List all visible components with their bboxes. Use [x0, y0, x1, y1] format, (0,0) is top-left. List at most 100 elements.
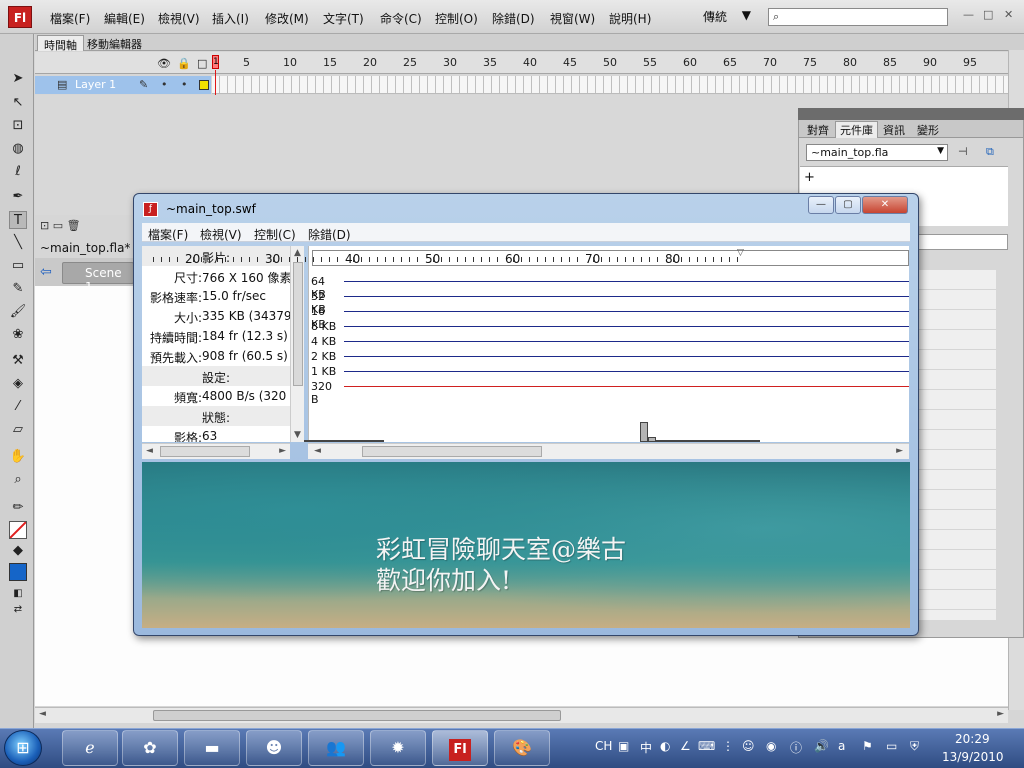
swf-minimize-button[interactable]: —	[808, 196, 834, 214]
pencil-tool-icon[interactable]: ✎	[9, 280, 27, 298]
ime-pen-icon[interactable]: ∠	[680, 739, 691, 753]
minimize-icon[interactable]: —	[963, 8, 974, 21]
flash-taskbar-icon[interactable]: Fl	[432, 730, 488, 766]
tab-motion-editor[interactable]: 移動編輯器	[81, 35, 148, 51]
scroll-right-icon[interactable]: ►	[997, 709, 1004, 719]
clock-time[interactable]: 20:29	[955, 732, 990, 746]
pin-library-icon[interactable]: ⊣	[958, 145, 968, 158]
scroll-left-icon[interactable]: ◄	[39, 709, 46, 719]
security-shield-icon[interactable]: ⛨	[910, 739, 919, 754]
action-center-icon[interactable]: ⚑	[862, 739, 873, 753]
menu-commands[interactable]: 命令(C)	[380, 10, 422, 27]
network-tray-icon[interactable]: ◉	[766, 739, 776, 753]
lock-dot-icon[interactable]: •	[181, 78, 188, 91]
workspace-dropdown[interactable]: 傳統 ▼	[703, 8, 755, 26]
menu-insert[interactable]: 插入(I)	[212, 10, 249, 27]
media-center-icon[interactable]: ✿	[122, 730, 178, 766]
internet-explorer-icon[interactable]: ℯ	[62, 730, 118, 766]
ime-menu-icon[interactable]: ⌨	[698, 739, 715, 753]
outline-icon[interactable]: □	[197, 57, 207, 70]
scroll-thumb[interactable]	[362, 446, 542, 457]
rectangle-tool-icon[interactable]: ▭	[9, 257, 27, 275]
paint-icon[interactable]: 🎨	[494, 730, 550, 766]
info-tray-icon[interactable]: ⓘ	[790, 739, 802, 756]
bone-tool-icon[interactable]: ⚒	[9, 352, 27, 370]
library-document-select[interactable]: ~main_top.fla ▼	[806, 144, 948, 161]
lasso-tool-icon[interactable]: ℓ	[9, 163, 27, 181]
fill-color-icon[interactable]: ◆	[9, 542, 27, 560]
stroke-color-icon[interactable]: ✏	[9, 499, 27, 517]
ime-options-icon[interactable]: ⋮	[722, 739, 734, 753]
tab-library[interactable]: 元件庫	[835, 121, 878, 138]
stroke-swatch[interactable]	[9, 521, 27, 539]
start-button[interactable]: ⊞	[4, 730, 42, 766]
frame-ruler[interactable]: 20304050607080▽	[153, 248, 909, 266]
visibility-dot-icon[interactable]: •	[161, 78, 168, 91]
swf-close-button[interactable]: ✕	[862, 196, 908, 214]
contacts-icon[interactable]: 👥	[308, 730, 364, 766]
info-vertical-scrollbar[interactable]: ▲ ▼	[290, 246, 304, 442]
scroll-left-icon[interactable]: ◄	[146, 446, 153, 456]
volume-icon[interactable]: 🔊	[814, 739, 829, 753]
playhead[interactable]: 1	[212, 55, 219, 69]
menu-window[interactable]: 視窗(W)	[550, 10, 595, 27]
messenger-icon[interactable]: ☻	[246, 730, 302, 766]
scroll-right-icon[interactable]: ►	[279, 446, 286, 456]
layer-row[interactable]: ▤ Layer 1 ✎ • •	[35, 76, 211, 94]
new-library-panel-icon[interactable]: ⧉	[986, 145, 994, 159]
swf-menu-file[interactable]: 檔案(F)	[148, 226, 188, 243]
text-tool-icon[interactable]: T	[9, 211, 27, 229]
subselection-tool-icon[interactable]: ↖	[9, 94, 27, 112]
messenger-tray-icon[interactable]: ☺	[742, 739, 755, 753]
file-explorer-icon[interactable]: ▬	[184, 730, 240, 766]
back-arrow-icon[interactable]: ⇦	[40, 264, 52, 280]
paint-bucket-tool-icon[interactable]: ◈	[9, 375, 27, 393]
clock-date[interactable]: 13/9/2010	[942, 750, 1004, 764]
hand-tool-icon[interactable]: ✋	[9, 448, 27, 466]
tab-align[interactable]: 對齊	[803, 122, 833, 138]
tab-info[interactable]: 資訊	[879, 122, 909, 138]
scene-button[interactable]: Scene 1	[62, 262, 134, 294]
menu-view[interactable]: 檢視(V)	[158, 10, 200, 27]
line-tool-icon[interactable]: ╲	[9, 234, 27, 252]
swf-menu-control[interactable]: 控制(C)	[254, 226, 296, 243]
settings-gear-icon[interactable]: ✹	[370, 730, 426, 766]
document-tab[interactable]: ~main_top.fla*	[40, 241, 130, 255]
library-item-list[interactable]	[916, 270, 996, 620]
free-transform-tool-icon[interactable]: ⊡	[9, 117, 27, 135]
scroll-thumb[interactable]	[160, 446, 250, 457]
zoom-tool-icon[interactable]: ⌕	[9, 471, 27, 489]
new-folder-icon[interactable]: ▭	[53, 219, 63, 232]
scroll-thumb[interactable]	[153, 710, 561, 721]
brush-tool-icon[interactable]: 🖌	[9, 303, 27, 321]
menu-help[interactable]: 說明(H)	[609, 10, 651, 27]
outline-color-swatch[interactable]	[199, 80, 209, 90]
input-language[interactable]: CH	[595, 739, 612, 753]
frames-row[interactable]	[212, 76, 1008, 94]
eraser-tool-icon[interactable]: ▱	[9, 421, 27, 439]
half-width-icon[interactable]: ◐	[660, 739, 670, 753]
3d-rotation-tool-icon[interactable]: ◍	[9, 140, 27, 158]
deco-tool-icon[interactable]: ❀	[9, 326, 27, 344]
scroll-down-icon[interactable]: ▼	[294, 430, 301, 440]
new-layer-icon[interactable]: ⊡	[40, 219, 49, 232]
ime-icon[interactable]: ▣	[618, 739, 629, 753]
swf-menu-view[interactable]: 檢視(V)	[200, 226, 242, 243]
pen-tool-icon[interactable]: ✒	[9, 188, 27, 206]
menu-edit[interactable]: 編輯(E)	[104, 10, 145, 27]
stage-horizontal-scrollbar[interactable]: ◄ ►	[35, 707, 1008, 723]
scroll-right-icon[interactable]: ►	[896, 446, 903, 456]
menu-file[interactable]: 檔案(F)	[50, 10, 90, 27]
selection-tool-icon[interactable]: ➤	[9, 70, 27, 88]
scroll-left-icon[interactable]: ◄	[314, 446, 321, 456]
restore-icon[interactable]: □	[983, 8, 993, 21]
help-search-input[interactable]: ⌕	[768, 8, 948, 26]
graph-horizontal-scrollbar[interactable]: ◄ ►	[308, 443, 909, 459]
lock-icon[interactable]: 🔒	[177, 57, 191, 70]
tab-timeline[interactable]: 時間軸	[37, 35, 84, 52]
swf-maximize-button[interactable]: ▢	[835, 196, 861, 214]
menu-text[interactable]: 文字(T)	[323, 10, 364, 27]
eye-icon[interactable]: 👁	[157, 57, 171, 70]
playback-marker-icon[interactable]: ▽	[737, 248, 744, 258]
menu-modify[interactable]: 修改(M)	[265, 10, 309, 27]
